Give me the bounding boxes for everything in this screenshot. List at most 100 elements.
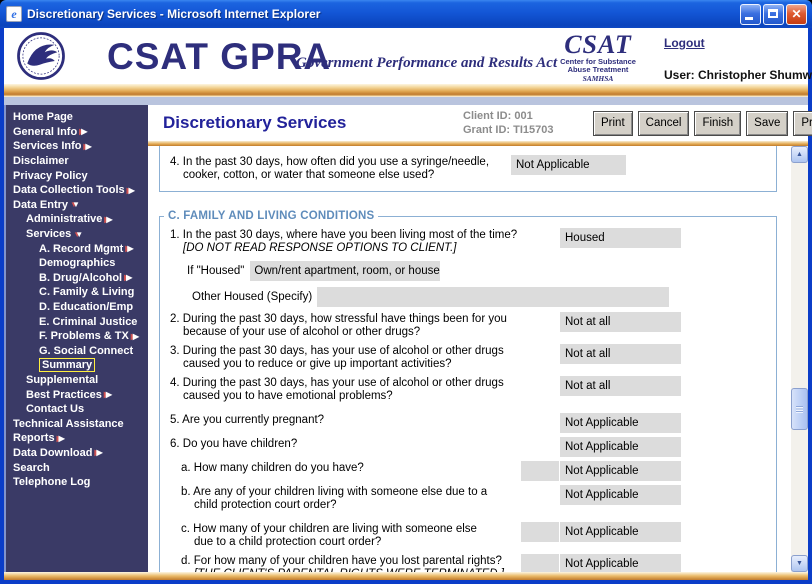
answer-field[interactable]: Not Applicable bbox=[560, 554, 681, 572]
answer-field[interactable]: Not at all bbox=[560, 312, 681, 332]
sidebar-item-general-info[interactable]: General Info ▶ bbox=[6, 125, 148, 140]
question-line: 3. During the past 30 days, has your use… bbox=[170, 345, 504, 357]
sidebar-item-search[interactable]: Search bbox=[6, 460, 148, 475]
chevron-right-icon: ▶ bbox=[126, 273, 133, 283]
sidebar-item-label: Services bbox=[26, 228, 72, 241]
sidebar-item-demographics[interactable]: Demographics bbox=[6, 256, 148, 271]
sidebar-item-data-collection-tools[interactable]: Data Collection Tools ▶ bbox=[6, 183, 148, 198]
sidebar-item-home-page[interactable]: Home Page bbox=[6, 110, 148, 125]
cancel-button[interactable]: Cancel bbox=[637, 110, 690, 136]
sidebar-item-label: General Info bbox=[13, 125, 78, 138]
minimize-button[interactable] bbox=[740, 3, 761, 25]
question-row: a. How many children do you have? Not App… bbox=[160, 459, 776, 481]
site-header: CSAT GPRA Government Performance and Res… bbox=[4, 28, 812, 84]
answer-field[interactable]: Housed bbox=[560, 228, 681, 248]
sidebar-item-label: Technical Assistance bbox=[13, 417, 124, 430]
print-button[interactable]: Print bbox=[593, 110, 633, 136]
family-living-fieldset: C. FAMILY AND LIVING CONDITIONS 1. In th… bbox=[159, 210, 777, 572]
sidebar-item-a-record-mgmt[interactable]: A. Record Mgmt ▶ bbox=[6, 241, 148, 256]
sidebar-item-privacy-policy[interactable]: Privacy Policy bbox=[6, 168, 148, 183]
answer-field[interactable]: Not Applicable bbox=[560, 413, 681, 433]
question-row: 6. Do you have children? Not Applicable bbox=[160, 435, 776, 457]
other-housed-field[interactable] bbox=[317, 287, 670, 307]
sidebar-item-f-problems-tx[interactable]: F. Problems & TX ▶ bbox=[6, 329, 148, 344]
sidebar-item-technical-assistance[interactable]: Technical Assistance bbox=[6, 416, 148, 431]
chevron-right-icon: ▶ bbox=[81, 127, 88, 137]
sidebar-item-best-practices[interactable]: Best Practices ▶ bbox=[6, 387, 148, 402]
close-button[interactable]: ✕ bbox=[786, 3, 807, 25]
question-line: 4. In the past 30 days, how often did yo… bbox=[170, 156, 490, 168]
chevron-right-icon: ▶ bbox=[105, 390, 112, 400]
question-row: c. How many of your children are living … bbox=[160, 520, 776, 552]
maximize-icon bbox=[768, 8, 778, 18]
sidebar-item-supplemental[interactable]: Supplemental bbox=[6, 373, 148, 388]
numeric-field[interactable] bbox=[521, 522, 559, 542]
numeric-field[interactable] bbox=[521, 554, 559, 572]
header-divider-band bbox=[4, 84, 808, 97]
sidebar-item-b-drug-alcohol[interactable]: B. Drug/Alcohol ▶ bbox=[6, 271, 148, 286]
maximize-button[interactable] bbox=[763, 3, 784, 25]
question-text: d. For how many of your children have yo… bbox=[181, 555, 561, 572]
scroll-up-button[interactable]: ▲ bbox=[791, 146, 808, 163]
sidebar-item-label: Best Practices bbox=[26, 388, 102, 401]
question-line: c. How many of your children are living … bbox=[181, 523, 477, 535]
question-line: because of your use of alcohol or other … bbox=[183, 326, 421, 338]
grant-id-label: Grant ID: TI15703 bbox=[463, 124, 554, 136]
sidebar-item-label: Demographics bbox=[39, 257, 116, 270]
logout-link[interactable]: Logout bbox=[664, 36, 705, 50]
sidebar-item-disclaimer[interactable]: Disclaimer bbox=[6, 154, 148, 169]
question-text: 5. Are you currently pregnant? bbox=[170, 414, 550, 427]
sidebar-item-telephone-log[interactable]: Telephone Log bbox=[6, 475, 148, 490]
hhs-eagle-logo bbox=[17, 32, 65, 80]
chevron-right-icon: ▶ bbox=[85, 141, 92, 151]
close-icon: ✕ bbox=[791, 6, 802, 21]
sidebar-item-data-download[interactable]: Data Download ▶ bbox=[6, 446, 148, 461]
answer-field[interactable]: Not at all bbox=[560, 344, 681, 364]
sidebar-item-reports[interactable]: Reports ▶ bbox=[6, 431, 148, 446]
question-row: 1. In the past 30 days, where have you b… bbox=[160, 226, 776, 258]
vertical-scrollbar[interactable]: ▲ ▼ bbox=[791, 146, 808, 572]
browser-window: e Discretionary Services - Microsoft Int… bbox=[0, 0, 812, 584]
sidebar-item-e-criminal-justice[interactable]: E. Criminal Justice bbox=[6, 314, 148, 329]
csat-logo: CSAT Center for Substance Abuse Treatmen… bbox=[542, 32, 654, 84]
page-title: Discretionary Services bbox=[163, 113, 347, 132]
title-bar[interactable]: e Discretionary Services - Microsoft Int… bbox=[0, 0, 812, 28]
question-line: [DO NOT READ RESPONSE OPTIONS TO CLIENT.… bbox=[183, 242, 457, 254]
answer-field[interactable]: Not Applicable bbox=[560, 437, 681, 457]
other-housed-label: Other Housed (Specify) bbox=[192, 291, 313, 303]
scrollbar-track[interactable] bbox=[791, 163, 808, 555]
answer-field[interactable]: Not Applicable bbox=[560, 485, 681, 505]
sidebar-item-administrative[interactable]: Administrative ▶ bbox=[6, 212, 148, 227]
save-button[interactable]: Save bbox=[746, 110, 789, 136]
answer-field[interactable]: Not at all bbox=[560, 376, 681, 396]
thumb-grip-icon bbox=[796, 406, 803, 413]
previous-button[interactable]: Previous bbox=[793, 110, 812, 136]
numeric-field[interactable] bbox=[521, 461, 559, 481]
finish-button[interactable]: Finish bbox=[694, 110, 742, 136]
answer-field[interactable]: Not Applicable bbox=[560, 522, 681, 542]
chevron-right-icon: ▶ bbox=[132, 331, 140, 341]
answer-field[interactable]: Not Applicable bbox=[511, 155, 626, 175]
scroll-down-button[interactable]: ▼ bbox=[791, 555, 808, 572]
question-line: caused you to reduce or give up importan… bbox=[183, 358, 452, 370]
sidebar-item-c-family-living[interactable]: C. Family & Living bbox=[6, 285, 148, 300]
scrollbar-thumb[interactable] bbox=[791, 388, 808, 430]
toolbar: PrintCancelFinishSavePrevious bbox=[593, 110, 812, 136]
question-row: d. For how many of your children have yo… bbox=[160, 552, 776, 572]
sidebar-item-d-education-emp[interactable]: D. Education/Emp bbox=[6, 300, 148, 315]
sidebar-item-contact-us[interactable]: Contact Us bbox=[6, 402, 148, 417]
question-line: due to a child protection court order? bbox=[194, 536, 382, 548]
sidebar-item-data-entry[interactable]: Data Entry ▼ bbox=[6, 198, 148, 213]
question-line: 5. Are you currently pregnant? bbox=[170, 414, 325, 426]
sidebar-item-summary[interactable]: Summary bbox=[6, 358, 148, 373]
chevron-right-icon: ▶ bbox=[96, 448, 103, 458]
sidebar-item-label: Search bbox=[13, 461, 50, 474]
answer-field[interactable]: Not Applicable bbox=[560, 461, 681, 481]
sidebar-item-label: Data Collection Tools bbox=[13, 184, 125, 197]
if-housed-label: If "Housed" bbox=[187, 265, 245, 277]
sidebar-item-label: Data Download bbox=[13, 446, 93, 459]
sidebar-item-services[interactable]: Services ▼ bbox=[6, 227, 148, 242]
if-housed-field[interactable]: Own/rent apartment, room, or house bbox=[250, 261, 441, 281]
sidebar-item-services-info[interactable]: Services Info ▶ bbox=[6, 139, 148, 154]
sidebar-item-g-social-connect[interactable]: G. Social Connect bbox=[6, 344, 148, 359]
